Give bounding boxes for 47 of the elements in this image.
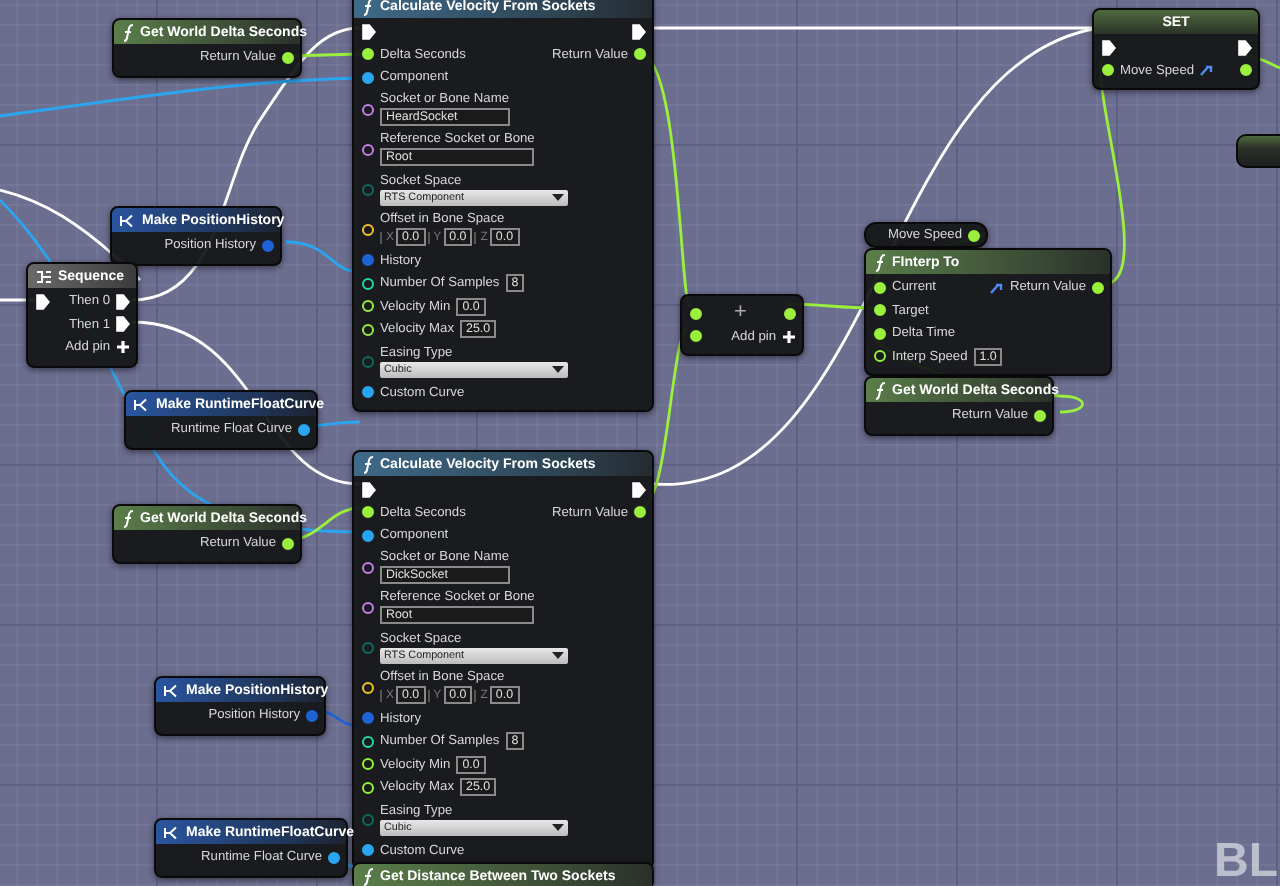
struct-pin[interactable]: [306, 709, 318, 722]
data-pin[interactable]: [362, 735, 374, 748]
data-pin[interactable]: [362, 601, 374, 613]
struct-icon: [164, 825, 180, 839]
caret-icon: [552, 651, 564, 659]
exec-pin[interactable]: [632, 481, 646, 498]
function-icon: [362, 867, 374, 885]
blueprint-label: BL: [1214, 834, 1278, 886]
exec-pin[interactable]: [1238, 39, 1252, 56]
data-pin[interactable]: [362, 143, 374, 155]
exec-pin[interactable]: [116, 293, 130, 310]
exec-pin[interactable]: [36, 293, 50, 310]
graph-node[interactable]: [352, 0, 654, 412]
caret-icon: [552, 823, 564, 831]
function-icon: [122, 23, 134, 41]
function-icon: [362, 0, 374, 15]
exec-pin[interactable]: [632, 23, 646, 40]
function-icon: [874, 253, 886, 271]
function-icon: [362, 455, 374, 473]
graph-node[interactable]: [352, 450, 654, 870]
exec-pin[interactable]: [362, 23, 376, 40]
function-icon: [874, 381, 886, 399]
data-pin[interactable]: [362, 386, 374, 399]
data-pin[interactable]: [362, 561, 374, 573]
data-pin[interactable]: [298, 423, 310, 436]
data-pin[interactable]: [328, 851, 340, 864]
data-pin[interactable]: [362, 529, 374, 542]
caret-icon: [552, 365, 564, 373]
exec-pin[interactable]: [362, 481, 376, 498]
struct-pin[interactable]: [362, 254, 374, 267]
struct-icon: [164, 683, 180, 697]
data-pin[interactable]: [362, 71, 374, 84]
data-pin[interactable]: [362, 103, 374, 115]
plus-icon: [782, 329, 796, 344]
struct-pin[interactable]: [362, 712, 374, 725]
plus-icon: [116, 340, 130, 355]
data-pin[interactable]: [362, 277, 374, 290]
struct-pin[interactable]: [262, 239, 274, 252]
function-icon: [122, 509, 134, 527]
exec-pin[interactable]: [1102, 39, 1116, 56]
exec-pin[interactable]: [116, 316, 130, 333]
caret-icon: [552, 193, 564, 201]
data-pin[interactable]: [362, 844, 374, 857]
struct-icon: [134, 397, 150, 411]
sequence-icon: [36, 269, 52, 283]
struct-icon: [120, 213, 136, 227]
operator-symbol: +: [734, 302, 747, 324]
